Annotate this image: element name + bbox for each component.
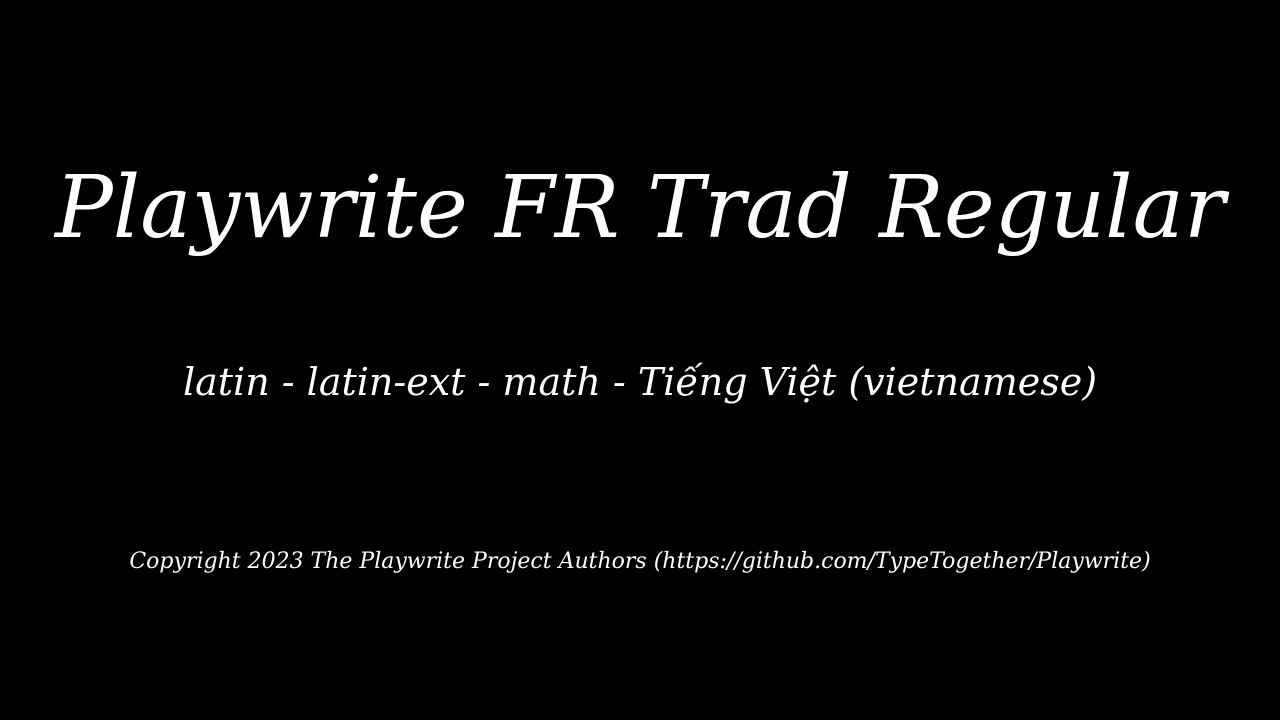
font-name-title: Playwrite FR Trad Regular bbox=[54, 158, 1226, 258]
supported-subsets-line: latin - latin-ext - math - Tiếng Việt (v… bbox=[182, 360, 1098, 404]
font-specimen-canvas: Playwrite FR Trad Regular latin - latin-… bbox=[0, 0, 1280, 720]
copyright-notice: Copyright 2023 The Playwrite Project Aut… bbox=[129, 549, 1151, 574]
